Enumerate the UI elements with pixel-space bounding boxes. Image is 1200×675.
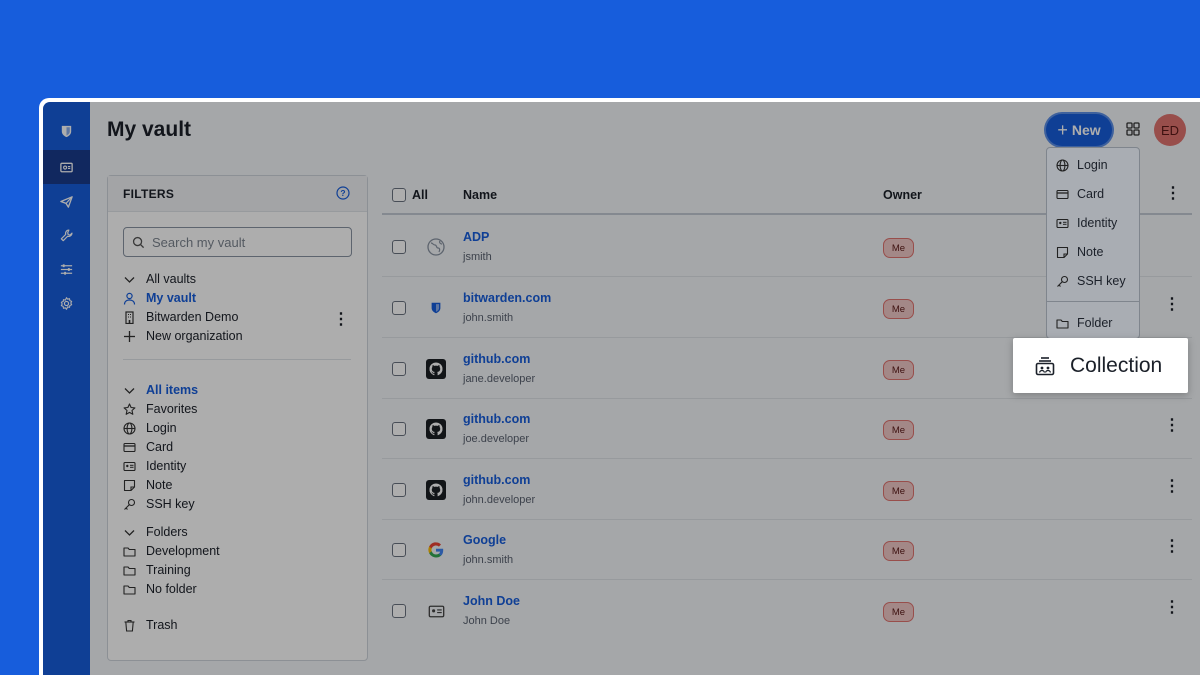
- menu-divider: [1047, 301, 1139, 302]
- menu-item-label: Collection: [1070, 353, 1163, 377]
- menu-item-label: SSH key: [1077, 274, 1126, 288]
- menu-item-login[interactable]: Login: [1056, 156, 1108, 174]
- menu-item-label: Identity: [1077, 216, 1118, 230]
- menu-item-identity[interactable]: Identity: [1056, 214, 1117, 232]
- menu-item-label: Card: [1077, 187, 1105, 201]
- menu-item-note[interactable]: Note: [1056, 243, 1103, 261]
- id-card-icon: [1056, 218, 1069, 228]
- menu-item-collection[interactable]: Collection: [1013, 338, 1188, 393]
- collection-icon: [1035, 356, 1055, 375]
- menu-item-card[interactable]: Card: [1056, 185, 1104, 203]
- menu-item-folder[interactable]: Folder: [1056, 314, 1112, 332]
- key-icon: [1057, 275, 1069, 287]
- new-item-menu: Login Card Identity Note SSH key Folder: [1046, 147, 1140, 339]
- folder-icon: [1056, 318, 1069, 329]
- menu-item-label: Folder: [1077, 316, 1113, 330]
- globe-icon: [1056, 158, 1069, 172]
- menu-item-ssh-key[interactable]: SSH key: [1056, 272, 1126, 290]
- menu-item-label: Note: [1077, 245, 1104, 259]
- note-icon: [1056, 246, 1069, 258]
- credit-card-icon: [1056, 189, 1069, 199]
- menu-item-label: Login: [1077, 158, 1108, 172]
